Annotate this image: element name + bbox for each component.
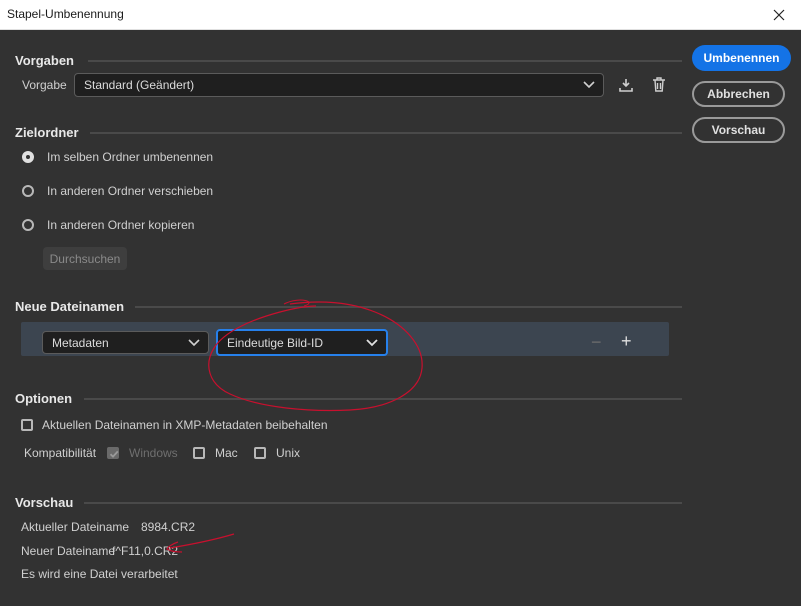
windows-checkbox: [107, 447, 119, 459]
radio-copy-folder[interactable]: [22, 219, 34, 231]
delete-preset-button[interactable]: [649, 75, 669, 95]
new-filename-label: Neuer Dateiname: [21, 544, 116, 558]
chevron-down-icon: [366, 338, 378, 346]
current-filename-value: 8984.CR2: [141, 520, 196, 534]
section-divider: [84, 398, 682, 400]
section-title-options: Optionen: [15, 391, 73, 406]
close-icon: [773, 9, 785, 21]
download-icon: [619, 79, 633, 92]
file-count-text: Es wird eine Datei verarbeitet: [21, 567, 178, 581]
current-filename-label: Aktueller Dateiname: [21, 520, 130, 534]
radio-move-folder[interactable]: [22, 185, 34, 197]
radio-label-copy-folder: In anderen Ordner kopieren: [47, 218, 195, 232]
annotation-circle: [208, 299, 423, 412]
section-title-preview: Vorschau: [15, 495, 74, 510]
section-divider: [88, 60, 682, 62]
chevron-down-icon: [583, 81, 595, 89]
rename-field-value: Eindeutige Bild-ID: [227, 335, 324, 350]
unix-checkbox[interactable]: [254, 447, 266, 459]
preview-button[interactable]: Vorschau: [692, 117, 785, 143]
close-button[interactable]: [757, 0, 801, 30]
section-title-presets: Vorgaben: [15, 53, 74, 68]
section-divider: [90, 132, 682, 134]
rename-type-value: Metadaten: [52, 335, 109, 350]
rename-type-select[interactable]: Metadaten: [42, 331, 209, 354]
radio-same-folder[interactable]: [22, 151, 34, 163]
window-title: Stapel-Umbenennung: [7, 7, 124, 21]
mac-label: Mac: [215, 446, 238, 460]
cancel-button[interactable]: Abbrechen: [692, 81, 785, 107]
checkmark-icon: [109, 450, 119, 458]
section-title-new-names: Neue Dateinamen: [15, 299, 125, 314]
section-divider: [84, 502, 682, 504]
batch-rename-dialog: Vorgaben Vorgabe Standard (Geändert) Zie…: [0, 30, 801, 606]
windows-label: Windows: [129, 446, 178, 460]
preset-label: Vorgabe: [22, 78, 67, 92]
unix-label: Unix: [276, 446, 301, 460]
compatibility-label: Kompatibilität: [24, 446, 97, 460]
mac-checkbox[interactable]: [193, 447, 205, 459]
rename-button[interactable]: Umbenennen: [692, 45, 791, 71]
remove-rule-button[interactable]: −: [591, 332, 602, 353]
preset-select[interactable]: Standard (Geändert): [74, 73, 604, 97]
trash-icon: [653, 77, 665, 92]
window-titlebar: Stapel-Umbenennung: [0, 0, 801, 30]
preset-select-value: Standard (Geändert): [84, 78, 195, 92]
rename-field-select[interactable]: Eindeutige Bild-ID: [216, 329, 388, 356]
save-preset-button[interactable]: [616, 75, 636, 95]
section-title-destination: Zielordner: [15, 125, 79, 140]
chevron-down-icon: [188, 338, 200, 346]
new-filename-value: f^F11,0.CR2: [112, 544, 179, 558]
keep-filename-label: Aktuellen Dateinamen in XMP-Metadaten be…: [42, 418, 328, 432]
browse-button[interactable]: Durchsuchen: [43, 247, 127, 270]
radio-label-same-folder: Im selben Ordner umbenennen: [47, 150, 214, 164]
radio-label-move-folder: In anderen Ordner verschieben: [47, 184, 214, 198]
add-rule-button[interactable]: +: [621, 331, 632, 352]
section-divider: [135, 306, 682, 308]
keep-filename-checkbox[interactable]: [21, 419, 33, 431]
